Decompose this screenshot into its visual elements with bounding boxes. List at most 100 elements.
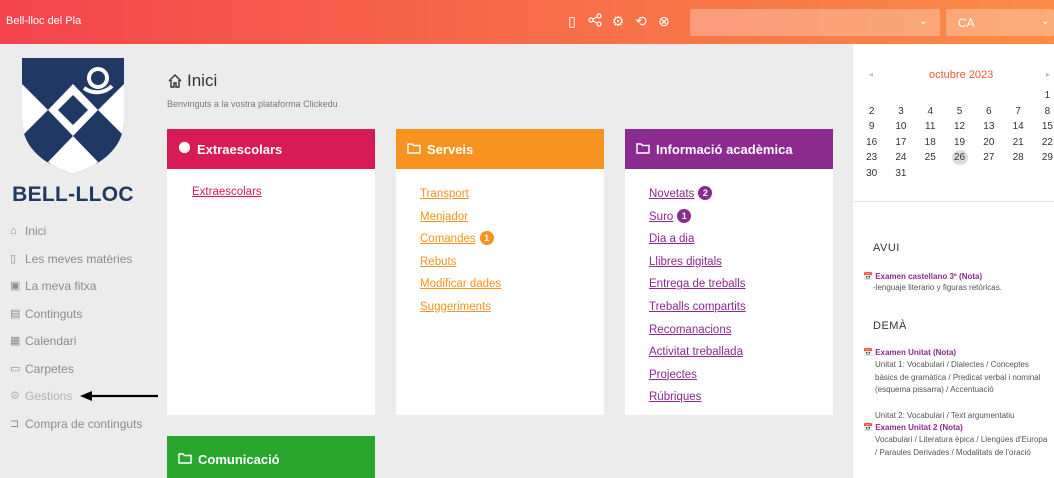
calendar-day[interactable]: 31: [886, 166, 915, 182]
card-links: Novetats 2 Suro 1 Dia a dia Llibres digitals E…: [625, 169, 833, 409]
link-servei-0[interactable]: Transport: [420, 183, 604, 206]
event-description: -lenguaje literario y figuras retóricas.: [873, 283, 1002, 292]
language-select[interactable]: CA ⌄: [946, 9, 1054, 36]
link-academica-5[interactable]: Treballs compartits: [649, 296, 833, 319]
calendar-day[interactable]: 5: [945, 104, 974, 120]
link-servei-1[interactable]: Menjador: [420, 206, 604, 229]
calendar-day[interactable]: 14: [1003, 119, 1032, 135]
calendar-prev-button[interactable]: ◂: [869, 70, 873, 79]
link-label: Entrega de treballs: [649, 278, 746, 291]
calendar-day[interactable]: 15: [1033, 119, 1054, 135]
link-servei-5[interactable]: Suggeriments: [420, 296, 604, 319]
calendar-day[interactable]: 4: [916, 104, 945, 120]
sidebar-item-compra[interactable]: ⊐ Compra de continguts: [10, 417, 146, 457]
link-academica-1[interactable]: Suro 1: [649, 206, 833, 229]
link-extraescolars[interactable]: Extraescolars: [192, 181, 375, 204]
sidebar-item-calendari[interactable]: ▦ Calendari: [10, 334, 146, 362]
link-academica-9[interactable]: Rúbriques: [649, 386, 833, 409]
sidebar-item-carpetes[interactable]: ▭ Carpetes: [10, 362, 146, 390]
refresh-icon[interactable]: ⟲: [633, 13, 649, 30]
link-academica-4[interactable]: Entrega de treballs: [649, 273, 833, 296]
home-icon: [168, 74, 182, 88]
calendar-next-button[interactable]: ▸: [1046, 70, 1050, 79]
calendar-day[interactable]: 21: [1003, 135, 1032, 151]
calendar-day[interactable]: 16: [857, 135, 886, 151]
calendar-day[interactable]: 2: [857, 104, 886, 120]
calendar-week: 16 17 18 19 20 21 22: [857, 135, 1054, 151]
tablet-icon[interactable]: ▯: [564, 13, 580, 30]
page-subtitle: Benvinguts a la vostra plataforma Clicke…: [167, 99, 338, 109]
calendar-day[interactable]: 1: [1033, 88, 1054, 104]
calendar-empty: [974, 166, 1003, 182]
link-academica-3[interactable]: Llibres digitals: [649, 251, 833, 274]
calendar-day[interactable]: 26: [945, 150, 974, 166]
link-label: Activitat treballada: [649, 346, 743, 359]
calendar-day[interactable]: 19: [945, 135, 974, 151]
calendar-day[interactable]: 29: [1033, 150, 1054, 166]
link-academica-7[interactable]: Activitat treballada: [649, 341, 833, 364]
search-select[interactable]: ⌄: [690, 9, 940, 36]
calendar-day[interactable]: 28: [1003, 150, 1032, 166]
main-content: Inici Benvinguts a la vostra plataforma …: [146, 44, 852, 478]
sidebar-item-fitxa[interactable]: ▣ La meva fitxa: [10, 279, 146, 307]
calendar-empty: [974, 88, 1003, 104]
calendar-day[interactable]: 6: [974, 104, 1003, 120]
sidebar-item-inici[interactable]: ⌂ Inici: [10, 224, 146, 252]
settings-icon[interactable]: ⚙: [610, 13, 626, 30]
calendar-week: 23 24 25 26 27 28 29: [857, 150, 1054, 166]
link-label: Modificar dades: [420, 278, 502, 291]
calendar-day[interactable]: 22: [1033, 135, 1054, 151]
page-title: Inici: [167, 71, 217, 91]
calendar-week: 1: [857, 88, 1054, 104]
calendar-day[interactable]: 23: [857, 150, 886, 166]
sidebar-item-label: La meva fitxa: [25, 279, 97, 293]
close-circle-icon[interactable]: ⊗: [656, 13, 672, 30]
school-logo[interactable]: [18, 54, 128, 178]
event-title[interactable]: 📅 Examen Unitat 2 (Nota): [863, 423, 963, 432]
card-header: Serveis: [396, 129, 604, 169]
calendar-day[interactable]: 17: [886, 135, 915, 151]
sidebar-item-materies[interactable]: ▯ Les meves matèries: [10, 252, 146, 280]
event-title[interactable]: 📅 Examen castellano 3º (Nota): [863, 272, 982, 281]
calendar-day[interactable]: 18: [916, 135, 945, 151]
calendar-day[interactable]: 9: [857, 119, 886, 135]
calendar-day[interactable]: 24: [886, 150, 915, 166]
calendar-day[interactable]: 7: [1003, 104, 1032, 120]
link-academica-6[interactable]: Recomanacions: [649, 319, 833, 342]
link-label: Llibres digitals: [649, 255, 722, 268]
calendar-day[interactable]: 30: [857, 166, 886, 182]
folder-icon: [407, 142, 421, 157]
agenda-tomorrow-label: DEMÀ: [873, 320, 907, 332]
calendar-day[interactable]: 20: [974, 135, 1003, 151]
calendar-day[interactable]: 10: [886, 119, 915, 135]
link-label: Novetats: [649, 188, 695, 200]
share-icon[interactable]: [587, 13, 603, 30]
sidebar-item-label: Calendari: [25, 334, 77, 348]
calendar-day[interactable]: 25: [916, 150, 945, 166]
calendar-day[interactable]: 8: [1033, 104, 1054, 120]
link-servei-3[interactable]: Rebuts: [420, 251, 604, 274]
event-title[interactable]: 📅 Examen Unitat (Nota): [863, 348, 956, 357]
event-description: Unitat 1: Vocabulari / Dialectes / Conce…: [875, 360, 1041, 394]
calendar-day[interactable]: 12: [945, 119, 974, 135]
document-icon: ▤: [10, 307, 21, 320]
calendar-day[interactable]: 27: [974, 150, 1003, 166]
link-label: Comandes: [420, 233, 476, 246]
link-academica-8[interactable]: Projectes: [649, 364, 833, 387]
card-informacio-academica: Informació acadèmica Novetats 2 Suro 1 Dia a…: [625, 129, 833, 415]
link-academica-2[interactable]: Dia a dia: [649, 228, 833, 251]
link-servei-2[interactable]: Comandes 1: [420, 228, 604, 251]
school-name[interactable]: Bell-lloc del Pla: [6, 15, 81, 27]
top-bar: Bell-lloc del Pla ▯ ⚙ ⟲ ⊗ ⌄ CA ⌄: [0, 0, 1054, 44]
card-header: Comunicació: [167, 436, 375, 478]
link-academica-0[interactable]: Novetats 2: [649, 183, 833, 206]
calendar-day[interactable]: 13: [974, 119, 1003, 135]
calendar-day[interactable]: 3: [886, 104, 915, 120]
calendar-icon: ▦: [10, 335, 21, 347]
calendar-header: ◂ octubre 2023 ▸: [853, 69, 1054, 84]
sidebar-item-continguts[interactable]: ▤ Continguts: [10, 307, 146, 335]
link-servei-4[interactable]: Modificar dades: [420, 273, 604, 296]
calendar-week: 30 31: [857, 166, 1054, 182]
card-serveis: Serveis Transport Menjador Comandes 1 Rebuts…: [396, 129, 604, 415]
calendar-day[interactable]: 11: [916, 119, 945, 135]
